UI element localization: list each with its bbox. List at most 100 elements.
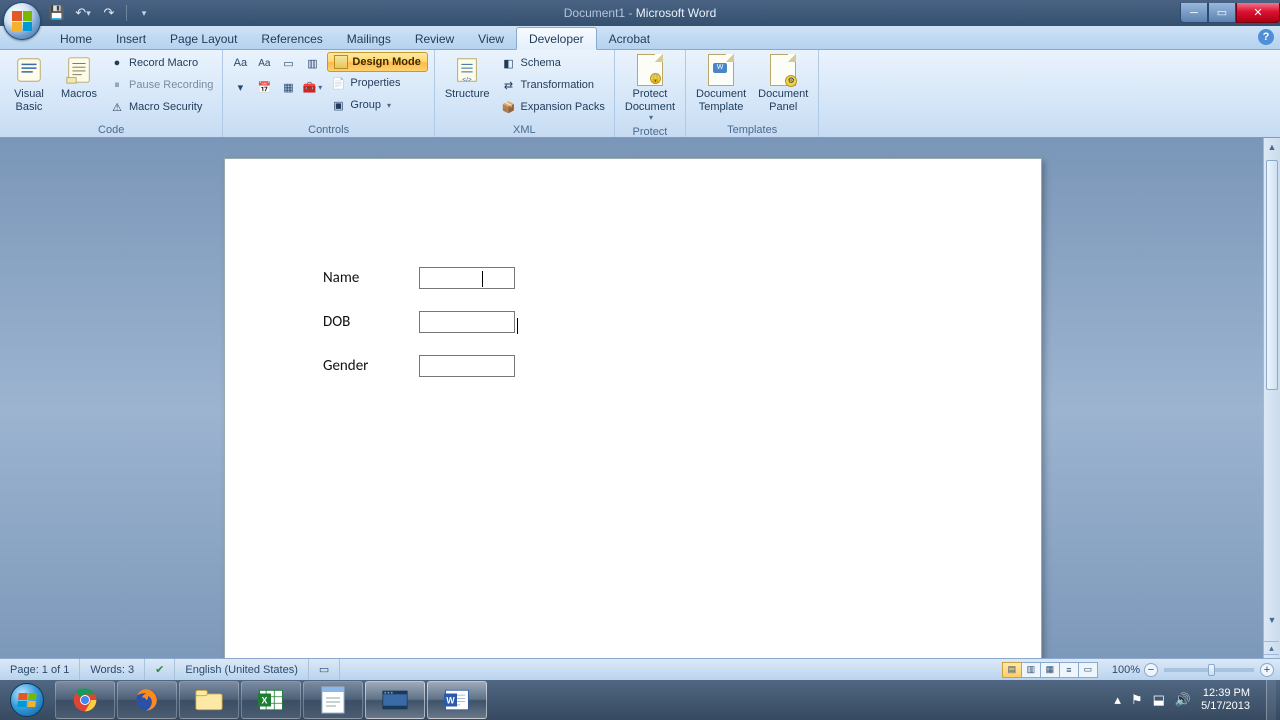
scroll-up-button[interactable]: ▲ [1264,138,1280,155]
tab-home[interactable]: Home [48,28,104,49]
group-templates: W Document Template ⚙ Document Panel Tem… [686,50,819,137]
titlebar: 💾 ↶▾ ↷ ▾ Document1 - Microsoft Word ─ ▭ … [0,0,1280,26]
control-datepicker-button[interactable]: 📅 [253,76,275,98]
status-language[interactable]: English (United States) [175,659,309,680]
minimize-button[interactable]: ─ [1180,3,1208,23]
tray-clock[interactable]: 12:39 PM 5/17/2013 [1201,687,1256,713]
show-desktop-button[interactable] [1266,680,1276,720]
tab-review[interactable]: Review [403,28,466,49]
document-workspace: Name DOB Gender ▦ ▲ ▼ ▴ ◦ ▾ [0,138,1280,680]
control-legacy-button[interactable]: 🧰▾ [301,76,323,98]
macros-button[interactable]: Macros [56,52,102,103]
qat-separator [126,5,127,21]
control-richtext-button[interactable]: Aa [229,52,251,74]
status-insert-mode[interactable]: ▭ [309,659,340,680]
group-button[interactable]: ▣ Group▾ [327,94,427,116]
help-button[interactable]: ? [1258,29,1274,45]
transformation-button[interactable]: ⇄ Transformation [497,74,607,96]
maximize-button[interactable]: ▭ [1208,3,1236,23]
group-templates-label: Templates [692,122,812,137]
textbox-dob[interactable] [419,311,515,333]
tab-developer[interactable]: Developer [516,27,597,50]
tray-network-icon[interactable]: ⬓ [1153,692,1165,708]
qat-undo-button[interactable]: ↶▾ [74,4,92,22]
expansion-packs-button[interactable]: 📦 Expansion Packs [497,96,607,118]
taskbar-excel-button[interactable]: X [241,681,301,719]
ribbon: Visual Basic Macros ● Record Macro ⏸ Pau… [0,50,1280,138]
schema-icon: ◧ [500,55,516,71]
structure-button[interactable]: </> Structure [441,52,494,103]
record-macro-button[interactable]: ● Record Macro [106,52,216,74]
start-button[interactable] [0,680,54,720]
view-full-screen-button[interactable]: ▥ [1021,662,1041,678]
control-dropdown-button[interactable]: ▾ [229,76,251,98]
textbox-name[interactable] [419,267,515,289]
control-combobox-button[interactable]: ▥ [301,52,323,74]
taskbar-chrome-button[interactable] [55,681,115,719]
tab-mailings[interactable]: Mailings [335,28,403,49]
qat-customize-button[interactable]: ▾ [135,4,153,22]
macro-security-button[interactable]: ⚠ Macro Security [106,96,216,118]
control-picture-button[interactable]: ▭ [277,52,299,74]
pause-recording-button[interactable]: ⏸ Pause Recording [106,74,216,96]
taskbar-notepad-button[interactable] [303,681,363,719]
view-outline-button[interactable]: ≡ [1059,662,1079,678]
tray-show-hidden-button[interactable]: ▴ [1114,692,1121,708]
view-draft-button[interactable]: ▭ [1078,662,1098,678]
status-proofing[interactable]: ✔ [145,659,175,680]
zoom-in-button[interactable]: + [1260,663,1274,677]
office-button[interactable] [3,2,41,40]
tab-page-layout[interactable]: Page Layout [158,28,249,49]
properties-icon: 📄 [330,75,346,91]
insertion-caret [517,318,518,334]
schema-button[interactable]: ◧ Schema [497,52,607,74]
group-icon: ▣ [330,97,346,113]
taskbar-media-button[interactable] [365,681,425,719]
control-buildingblock-button[interactable]: ▦ [277,76,299,98]
zoom-slider[interactable] [1164,668,1254,672]
close-button[interactable]: ✕ [1236,3,1280,23]
qat-save-button[interactable]: 💾 [48,4,66,22]
scroll-down-button[interactable]: ▼ [1264,611,1280,628]
view-web-layout-button[interactable]: ▦ [1040,662,1060,678]
status-page[interactable]: Page: 1 of 1 [0,659,80,680]
document-page[interactable]: Name DOB Gender [224,158,1042,680]
document-panel-label: Document Panel [758,88,808,113]
properties-button[interactable]: 📄 Properties [327,72,427,94]
status-words[interactable]: Words: 3 [80,659,145,680]
previous-page-button[interactable]: ▴ [1264,641,1279,654]
visual-basic-button[interactable]: Visual Basic [6,52,52,115]
taskbar-firefox-button[interactable] [117,681,177,719]
tab-references[interactable]: References [249,28,334,49]
tab-insert[interactable]: Insert [104,28,158,49]
zoom-out-button[interactable]: − [1144,663,1158,677]
protect-document-button[interactable]: 🔒 Protect Document▾ [621,52,679,124]
group-controls-label: Controls [229,122,427,137]
tab-acrobat[interactable]: Acrobat [597,28,662,49]
textbox-gender[interactable] [419,355,515,377]
window-controls: ─ ▭ ✕ [1180,3,1280,23]
qat-redo-button[interactable]: ↷ [100,4,118,22]
design-mode-button[interactable]: Design Mode [327,52,427,72]
taskbar: X W ▴ ⚑ ⬓ 🔊 12:39 PM 5/17/2013 [0,680,1280,720]
document-template-label: Document Template [696,88,746,113]
taskbar-word-button[interactable]: W [427,681,487,719]
document-template-button[interactable]: W Document Template [692,52,750,115]
tray-action-center-icon[interactable]: ⚑ [1131,692,1143,708]
proofing-icon: ✔ [155,663,164,676]
form-row-gender: Gender [323,355,515,377]
tray-volume-icon[interactable]: 🔊 [1175,692,1191,708]
zoom-slider-thumb[interactable] [1208,664,1215,676]
visual-basic-label: Visual Basic [14,88,44,113]
control-plaintext-button[interactable]: Aa [253,52,275,74]
structure-label: Structure [445,88,490,101]
zoom-level[interactable]: 100% [1108,664,1144,676]
taskbar-explorer-button[interactable] [179,681,239,719]
document-panel-button[interactable]: ⚙ Document Panel [754,52,812,115]
office-logo-icon [12,11,32,31]
design-mode-icon [334,55,348,69]
view-print-layout-button[interactable]: ▤ [1002,662,1022,678]
vertical-scrollbar[interactable]: ▲ ▼ ▴ ◦ ▾ [1263,138,1280,680]
tab-view[interactable]: View [466,28,516,49]
scroll-thumb[interactable] [1266,160,1278,390]
